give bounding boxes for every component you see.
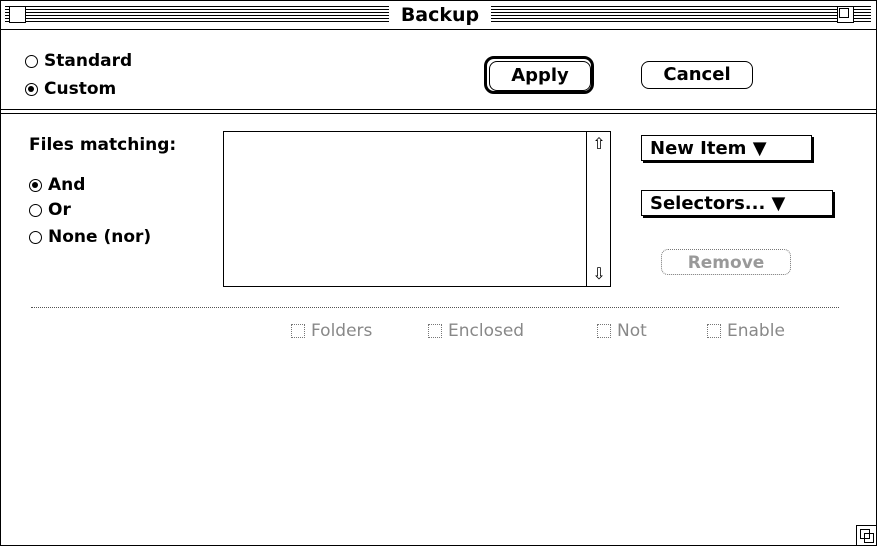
scroll-up-arrow-icon[interactable]: ⇧ — [590, 135, 608, 153]
title-bar[interactable]: Backup — [1, 1, 876, 30]
cancel-button[interactable]: Cancel — [641, 61, 753, 89]
title-stripes-left — [5, 6, 389, 23]
checkbox-enclosed[interactable]: Enclosed — [428, 321, 524, 341]
header-separator — [1, 109, 876, 114]
scroll-down-arrow-icon[interactable]: ⇩ — [590, 265, 608, 283]
radio-standard[interactable]: Standard — [25, 51, 132, 71]
radio-circle-icon — [29, 230, 42, 244]
radio-and-label: And — [48, 175, 86, 195]
checkbox-enable-label: Enable — [727, 321, 785, 341]
checkbox-enclosed-label: Enclosed — [448, 321, 525, 341]
selectors-popup[interactable]: Selectors... ▼ — [641, 190, 833, 216]
radio-selected-icon — [25, 82, 38, 96]
close-box-icon[interactable] — [9, 6, 26, 23]
radio-custom[interactable]: Custom — [25, 79, 116, 99]
backup-window: Backup Standard Custom Apply Cancel File… — [0, 0, 877, 546]
radio-circle-icon — [25, 54, 38, 68]
checkbox-enable[interactable]: Enable — [707, 321, 785, 341]
window-title: Backup — [389, 3, 491, 27]
dotted-separator — [31, 307, 839, 308]
radio-circle-icon — [29, 203, 42, 217]
resize-grow-box-icon[interactable] — [856, 525, 876, 545]
radio-or[interactable]: Or — [29, 200, 71, 220]
radio-and[interactable]: And — [29, 175, 85, 195]
apply-button[interactable]: Apply — [489, 61, 591, 91]
remove-button[interactable]: Remove — [661, 249, 791, 275]
checkbox-folders[interactable]: Folders — [291, 321, 372, 341]
checkbox-icon — [428, 324, 442, 338]
checkbox-not-label: Not — [617, 321, 647, 341]
radio-none-nor[interactable]: None (nor) — [29, 227, 151, 247]
new-item-popup[interactable]: New Item ▼ — [641, 135, 812, 161]
radio-selected-icon — [29, 178, 42, 192]
checkbox-icon — [597, 324, 611, 338]
zoom-box-icon[interactable] — [837, 6, 854, 23]
radio-custom-label: Custom — [44, 79, 117, 99]
files-matching-label: Files matching: — [29, 135, 177, 155]
checkbox-folders-label: Folders — [311, 321, 373, 341]
title-stripes-right — [491, 6, 871, 23]
checkbox-icon — [291, 324, 305, 338]
radio-standard-label: Standard — [44, 51, 133, 71]
radio-or-label: Or — [48, 200, 71, 220]
radio-none-nor-label: None (nor) — [48, 227, 152, 247]
checkbox-icon — [707, 324, 721, 338]
criteria-list[interactable]: ⇧ ⇩ — [223, 131, 611, 287]
checkbox-not[interactable]: Not — [597, 321, 647, 341]
vertical-scrollbar[interactable]: ⇧ ⇩ — [586, 132, 610, 286]
